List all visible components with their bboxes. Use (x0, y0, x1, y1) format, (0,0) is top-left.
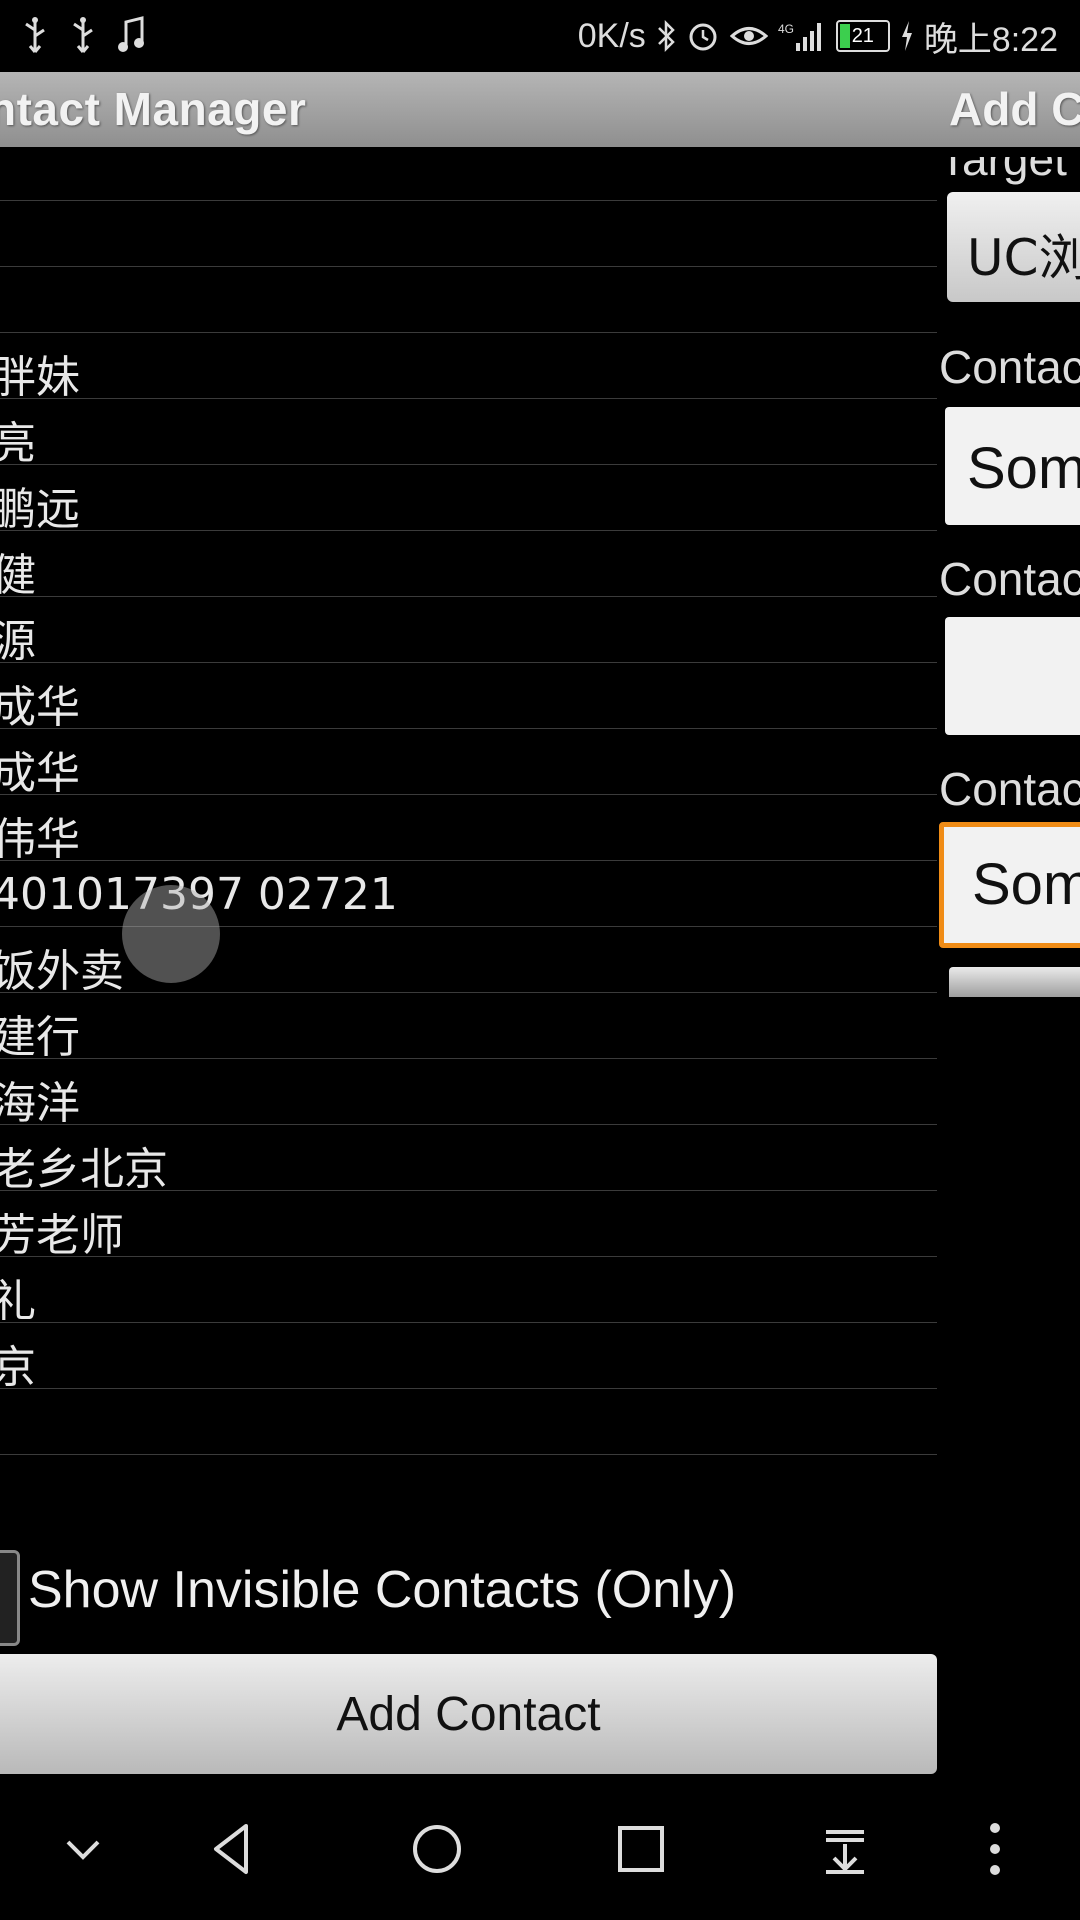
touch-indicator (122, 885, 220, 983)
contact-manager-panel: ntact Manager 胖妹 亮 鹏远 健 源 成华 成华 伟华 40101… (0, 72, 937, 1778)
status-bar-right: 0K/s 4G 21 晚上8:22 (577, 14, 1058, 59)
list-item[interactable] (0, 147, 937, 201)
contact-email-label: Contac (939, 763, 1080, 815)
list-item[interactable]: 胖妹 (0, 333, 937, 403)
list-item[interactable]: 京 (0, 1323, 937, 1393)
contact-phone-label: Contac (939, 553, 1080, 605)
charging-icon (901, 21, 912, 51)
contact-phone-field[interactable] (945, 617, 1080, 735)
add-contact-title: Add C (949, 83, 1080, 135)
list-item[interactable]: 亮 (0, 399, 937, 469)
list-item[interactable]: 成华 (0, 663, 937, 733)
contact-name-label: Contac (939, 341, 1080, 393)
recents-icon[interactable] (598, 1806, 684, 1892)
save-button[interactable] (949, 967, 1080, 997)
chevron-down-icon[interactable] (40, 1806, 126, 1892)
target-account-spinner[interactable]: UC浏 (947, 192, 1080, 302)
svg-text:4G: 4G (778, 22, 794, 36)
list-item[interactable]: 礼 (0, 1257, 937, 1327)
list-item[interactable]: 源 (0, 597, 937, 667)
list-item[interactable]: 成华 (0, 729, 937, 799)
target-account-value: UC浏 (967, 229, 1080, 287)
status-bar-left-icons (20, 14, 146, 58)
show-invisible-checkbox[interactable] (0, 1550, 20, 1646)
navigation-bar (0, 1778, 1080, 1920)
list-item[interactable] (0, 267, 937, 333)
usb-icon (25, 17, 45, 53)
list-item[interactable]: 老乡北京 (0, 1125, 937, 1195)
add-contact-button[interactable]: Add Contact (0, 1654, 937, 1774)
add-contact-title-bar: Add C (937, 72, 1080, 147)
list-item[interactable]: 鹏远 (0, 465, 937, 535)
network-speed: 0K/s (577, 16, 646, 55)
more-icon[interactable] (952, 1806, 1038, 1892)
show-invisible-label: Show Invisible Contacts (Only) (28, 1561, 737, 1619)
page-title: ntact Manager (0, 83, 307, 135)
add-contact-panel: Add C Target UC浏 Contac Som Contac Conta… (937, 72, 1080, 1778)
status-bar: 0K/s 4G 21 晚上8:22 (0, 0, 1080, 72)
contact-name-field[interactable]: Som (945, 407, 1080, 525)
list-item[interactable]: 芳老师 (0, 1191, 937, 1261)
title-bar: ntact Manager (0, 72, 937, 147)
battery-icon: 21 (835, 20, 890, 52)
signal-icon: 4G (778, 22, 821, 51)
contact-email-field[interactable]: Som (939, 822, 1080, 948)
contact-email-value: Som (972, 852, 1080, 917)
back-icon[interactable] (190, 1806, 276, 1892)
home-icon[interactable] (394, 1806, 480, 1892)
alarm-icon (689, 23, 717, 51)
list-item[interactable] (0, 201, 937, 267)
list-item[interactable]: 健 (0, 531, 937, 601)
show-invisible-row[interactable]: Show Invisible Contacts (Only) (0, 1532, 937, 1646)
clock: 晚上8:22 (923, 20, 1058, 59)
bluetooth-icon (657, 19, 675, 53)
contact-name-value: Som (967, 436, 1080, 501)
usb-icon (73, 17, 93, 53)
contact-list[interactable]: 胖妹 亮 鹏远 健 源 成华 成华 伟华 401017397 02721 饭外卖… (0, 147, 937, 1455)
list-item[interactable]: 海洋 (0, 1059, 937, 1129)
list-item[interactable]: 伟华 (0, 795, 937, 865)
music-note-icon (118, 16, 144, 52)
list-item[interactable] (0, 1389, 937, 1455)
list-item[interactable]: 建行 (0, 993, 937, 1063)
pull-down-icon[interactable] (802, 1806, 888, 1892)
eye-icon (729, 27, 768, 45)
